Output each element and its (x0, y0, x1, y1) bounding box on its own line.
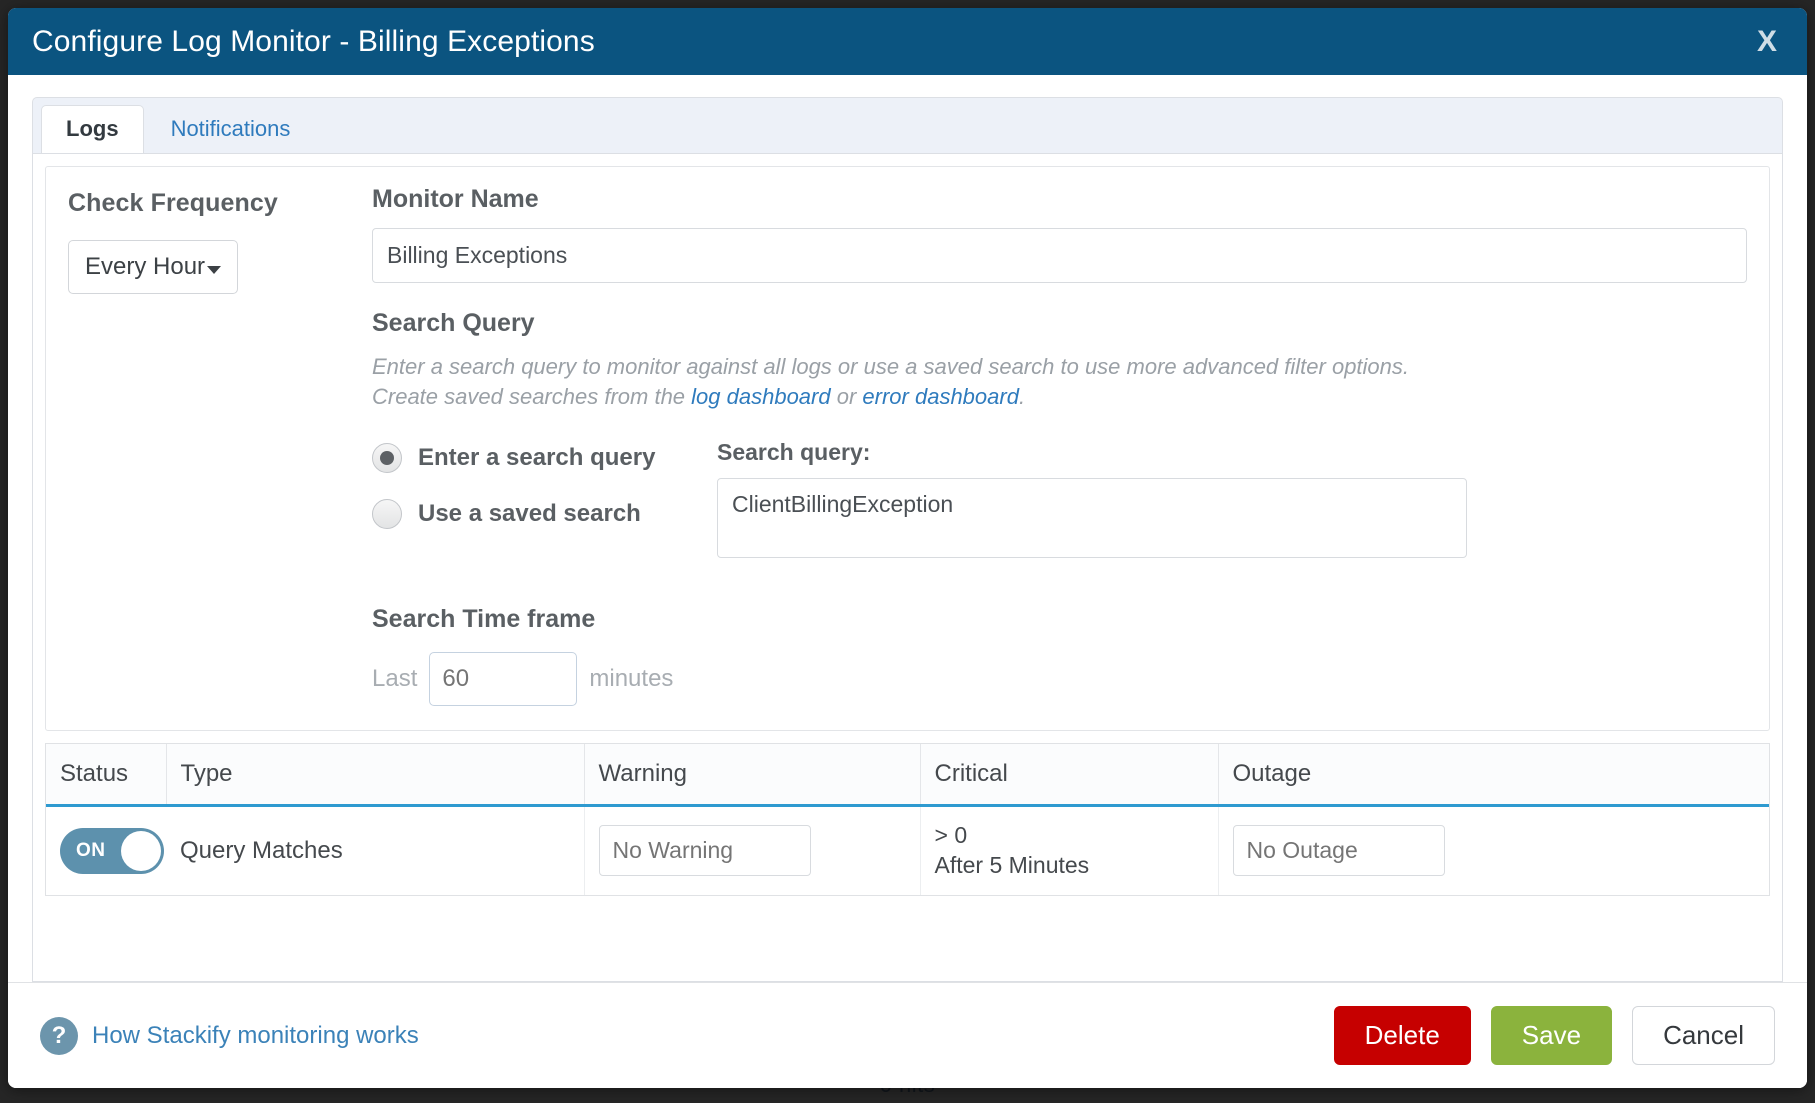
dialog-footer: ? How Stackify monitoring works Delete S… (8, 982, 1807, 1088)
tab-logs[interactable]: Logs (41, 105, 144, 154)
cell-type: Query Matches (166, 805, 585, 895)
search-query-help-line2-prefix: Create saved searches from the (372, 384, 692, 410)
time-frame-minutes-input[interactable] (429, 651, 578, 706)
search-query-label: Search Query (372, 309, 535, 337)
check-frequency-value: Every Hour (85, 253, 206, 280)
radio-use-saved-search-control[interactable] (372, 498, 402, 529)
radio-enter-search-query[interactable]: Enter a search query (372, 442, 717, 473)
search-query-help-line2-middle: or (830, 384, 863, 410)
cell-status: ON (46, 805, 166, 895)
table-row: ON Query Matches No Warning > 0 After 5 … (46, 805, 1769, 895)
monitor-details-section: Monitor Name Search Query Enter a search… (368, 185, 1747, 706)
row-type-label: Query Matches (180, 836, 343, 864)
dialog-body: Logs Notifications Check Frequency Every… (8, 75, 1807, 982)
search-query-textarea[interactable] (717, 477, 1467, 558)
alert-thresholds-table: Status Type Warning Critical Outage ON Q… (45, 742, 1770, 896)
search-query-help: Enter a search query to monitor against … (372, 352, 1672, 413)
question-mark-icon: ? (40, 1016, 78, 1055)
save-button[interactable]: Save (1490, 1005, 1613, 1066)
column-header-critical: Critical (920, 743, 1219, 807)
status-toggle-label: ON (76, 839, 106, 861)
query-mode-radio-group: Enter a search query Use a saved search (372, 439, 717, 563)
monitor-name-input[interactable] (372, 228, 1747, 283)
query-mode-row: Enter a search query Use a saved search … (372, 439, 1747, 563)
how-monitoring-works-link[interactable]: ? How Stackify monitoring works (40, 1016, 419, 1055)
chevron-down-icon (207, 266, 222, 274)
cancel-button[interactable]: Cancel (1632, 1005, 1775, 1066)
dialog-titlebar: Configure Log Monitor - Billing Exceptio… (8, 8, 1807, 75)
search-query-input-group: Search query: (717, 439, 1747, 563)
column-header-status: Status (46, 743, 167, 807)
time-frame-prefix: Last (372, 664, 418, 692)
monitor-name-label: Monitor Name (372, 185, 539, 213)
search-time-frame-row: Last minutes (372, 651, 1747, 706)
cell-outage (1218, 805, 1769, 895)
error-dashboard-link[interactable]: error dashboard (862, 384, 1019, 409)
column-header-type: Type (166, 743, 585, 807)
how-monitoring-works-label: How Stackify monitoring works (92, 1021, 419, 1049)
status-toggle-knob (121, 830, 161, 871)
warning-threshold-input[interactable] (598, 825, 811, 877)
search-time-frame-section: Search Time frame Last minutes (372, 605, 1747, 706)
time-frame-suffix: minutes (589, 664, 674, 692)
search-query-help-line2-suffix: . (1018, 384, 1026, 410)
delete-button[interactable]: Delete (1333, 1005, 1471, 1066)
check-frequency-section: Check Frequency Every Hour (68, 185, 368, 706)
critical-threshold-value: > 0 (934, 821, 968, 848)
column-header-outage: Outage (1218, 743, 1769, 807)
search-time-frame-label: Search Time frame (372, 604, 596, 633)
tab-notifications[interactable]: Notifications (146, 105, 316, 153)
cell-critical: > 0 After 5 Minutes (920, 805, 1219, 895)
table-header-row: Status Type Warning Critical Outage (46, 743, 1769, 807)
check-frequency-label: Check Frequency (68, 189, 278, 217)
status-toggle[interactable]: ON (60, 827, 164, 874)
check-frequency-dropdown[interactable]: Every Hour (68, 240, 239, 294)
column-header-warning: Warning (584, 743, 921, 807)
cell-warning (584, 805, 921, 895)
tab-bar: Logs Notifications (32, 97, 1783, 154)
close-icon[interactable]: X (1749, 25, 1785, 59)
radio-enter-search-query-control[interactable] (372, 442, 402, 473)
outage-threshold-input[interactable] (1232, 825, 1445, 877)
search-query-help-line1: Enter a search query to monitor against … (372, 354, 1410, 379)
monitor-form-card: Check Frequency Every Hour Monitor Name … (45, 166, 1770, 731)
log-dashboard-link[interactable]: log dashboard (691, 384, 830, 409)
logs-tab-panel: Check Frequency Every Hour Monitor Name … (32, 153, 1783, 982)
radio-enter-search-query-label: Enter a search query (418, 443, 656, 471)
radio-use-saved-search-label: Use a saved search (418, 499, 641, 527)
critical-threshold-duration: After 5 Minutes (934, 851, 1090, 878)
radio-use-saved-search[interactable]: Use a saved search (372, 498, 717, 529)
configure-log-monitor-dialog: Configure Log Monitor - Billing Exceptio… (8, 8, 1807, 1088)
search-query-input-label: Search query: (717, 438, 871, 465)
dialog-title: Configure Log Monitor - Billing Exceptio… (32, 24, 595, 58)
